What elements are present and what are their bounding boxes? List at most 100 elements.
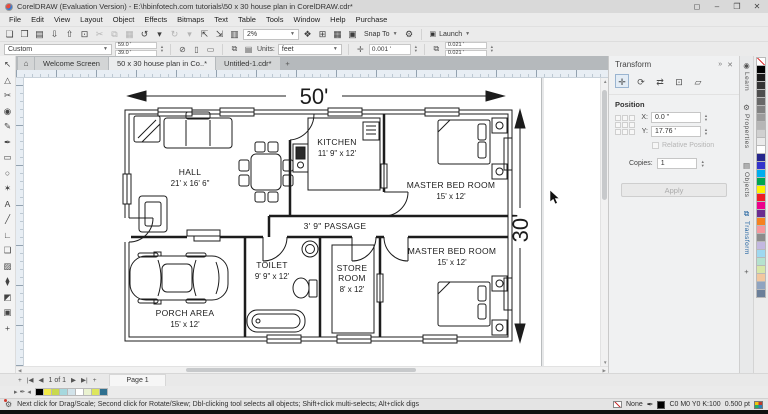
interactive-fill-tool[interactable]: ◩ [3, 291, 11, 304]
open-icon[interactable]: ❒ [18, 29, 31, 40]
zoom-to-page-icon[interactable]: ⇱ [198, 29, 211, 40]
rectangle-tool[interactable]: ▭ [3, 151, 11, 164]
nudge-field[interactable]: 0.001 ' [368, 43, 411, 55]
duplicate-x-field[interactable]: 0.021 ' [444, 41, 487, 49]
artistic-media-tool[interactable]: ✒ [4, 136, 11, 149]
floor-plan-drawing[interactable]: 50' 30' HALL 21' x 16' 6" KITCHEN 11' 9"… [24, 78, 600, 366]
transform-scale-mirror-icon[interactable]: ⇄ [653, 74, 667, 88]
scroll-up-icon[interactable]: ▲ [603, 78, 607, 85]
import-icon[interactable]: ⇩ [48, 29, 61, 40]
delete-preset-icon[interactable]: ⊘ [177, 45, 188, 54]
fill-none-icon[interactable] [613, 401, 622, 408]
nudge-spinner[interactable]: ▲ ▼ [414, 45, 418, 53]
eyedropper-tool[interactable]: ⧫ [5, 275, 9, 288]
launch-dropdown[interactable]: ▣ Launch ▼ [427, 30, 474, 39]
menu-table[interactable]: Table [233, 15, 261, 24]
color-proof-icon[interactable] [754, 400, 763, 409]
show-grid-icon[interactable]: ▦ [331, 29, 344, 40]
page-preset-select[interactable]: Custom ▼ [4, 43, 112, 55]
menu-window[interactable]: Window [288, 15, 325, 24]
page-sorter-icon[interactable]: ▥ [228, 29, 241, 40]
transform-position-icon[interactable]: ✛ [615, 74, 629, 88]
first-page-icon[interactable]: |◀ [27, 376, 34, 384]
close-button[interactable]: ✕ [751, 2, 763, 11]
freehand-tool[interactable]: ✎ [4, 120, 11, 133]
all-pages-icon[interactable]: ⧉ [229, 44, 240, 54]
shape-tool[interactable]: △ [4, 74, 11, 87]
export-icon[interactable]: ⇧ [63, 29, 76, 40]
pick-tool[interactable]: ↖ [4, 58, 11, 71]
undo-dropdown-icon[interactable]: ▾ [153, 29, 166, 40]
drawing-canvas[interactable]: 50' 30' HALL 21' x 16' 6" KITCHEN 11' 9"… [24, 78, 600, 366]
palette-expand-icon[interactable]: ▸ [14, 388, 18, 396]
relative-position-checkbox[interactable] [652, 142, 659, 149]
new-tab-button[interactable]: + [281, 57, 295, 70]
save-icon[interactable]: ▤ [33, 29, 46, 40]
menu-effects[interactable]: Effects [139, 15, 172, 24]
crop-tool[interactable]: ✂ [4, 89, 11, 102]
document-tab[interactable]: Welcome Screen [35, 57, 108, 70]
undo-icon[interactable]: ↺ [138, 29, 151, 40]
new-document-icon[interactable]: ❏ [3, 29, 16, 40]
restore-button[interactable]: ❐ [731, 2, 743, 11]
add-page-button-2[interactable]: + [93, 377, 97, 384]
add-page-button[interactable]: + [18, 377, 22, 384]
outline-pen-icon[interactable]: ✒ [647, 400, 654, 409]
scroll-down-icon[interactable]: ▼ [603, 359, 607, 366]
smart-fill-tool[interactable]: ▣ [3, 306, 11, 319]
x-position-field[interactable]: 0.0 " [651, 112, 701, 123]
snap-to-dropdown[interactable]: Snap To ▼ [361, 31, 401, 38]
menu-text[interactable]: Text [209, 15, 233, 24]
y-position-field[interactable]: 17.76 ' [651, 126, 701, 137]
copies-field[interactable]: 1 [656, 158, 697, 169]
menu-bitmaps[interactable]: Bitmaps [172, 15, 209, 24]
palette-eyedropper-icon[interactable]: ✒ [20, 388, 26, 396]
vertical-ruler[interactable] [16, 78, 24, 366]
menu-layout[interactable]: Layout [75, 15, 108, 24]
portrait-icon[interactable]: ▯ [191, 45, 202, 54]
previous-page-icon[interactable]: ◀ [38, 376, 43, 384]
full-screen-preview-icon[interactable]: ❖ [301, 29, 314, 40]
menu-file[interactable]: File [4, 15, 26, 24]
menu-purchase[interactable]: Purchase [351, 15, 393, 24]
horizontal-scrollbar-thumb[interactable] [186, 368, 416, 372]
options-gear-icon[interactable]: ⚙ [403, 29, 416, 40]
account-icon[interactable]: ◻ [691, 2, 703, 11]
y-spinner[interactable]: ▲ ▼ [704, 127, 708, 136]
docker-tab-objects[interactable]: ▤ Objects [743, 161, 750, 198]
show-rulers-icon[interactable]: ⊞ [316, 29, 329, 40]
transform-rotate-icon[interactable]: ⟳ [634, 74, 648, 88]
horizontal-scrollbar[interactable]: ◀ ▶ [16, 366, 608, 373]
text-tool[interactable]: A [5, 198, 11, 211]
more-tools[interactable]: + [5, 322, 10, 335]
docker-tab-learn[interactable]: ◉ Learn [743, 61, 750, 91]
document-tab[interactable]: Untitled-1.cdr* [216, 57, 280, 70]
page-width-field[interactable]: 59.0 ' [115, 41, 157, 49]
document-tab[interactable]: 50 x 30 house plan in Co..* [108, 57, 216, 70]
home-tab-icon[interactable]: ⌂ [18, 57, 34, 70]
polygon-tool[interactable]: ✶ [4, 182, 11, 195]
x-spinner[interactable]: ▲ ▼ [704, 113, 708, 122]
page-size-spinner[interactable]: ▲ ▼ [160, 45, 164, 53]
minimize-button[interactable]: – [711, 2, 723, 11]
menu-view[interactable]: View [49, 15, 75, 24]
duplicate-spinner[interactable]: ▲ ▼ [490, 45, 494, 53]
zoom-tool[interactable]: ◉ [4, 105, 11, 118]
zoom-to-selection-icon[interactable]: ⇲ [213, 29, 226, 40]
docker-close-icon[interactable]: ✕ [727, 61, 733, 69]
print-icon[interactable]: ⊡ [78, 29, 91, 40]
status-gear-icon[interactable]: ⚙ [4, 399, 12, 409]
next-page-icon[interactable]: ▶ [71, 376, 76, 384]
menu-tools[interactable]: Tools [261, 15, 289, 24]
redo-icon[interactable]: ↻ [168, 29, 181, 40]
color-swatch[interactable] [756, 289, 766, 298]
transform-skew-icon[interactable]: ▱ [691, 74, 705, 88]
docker-tab-add-docker[interactable]: + [744, 267, 748, 278]
page-tab[interactable]: Page 1 [109, 374, 166, 386]
zoom-level-combo[interactable]: 2% ▼ [243, 28, 299, 40]
ellipse-tool[interactable]: ○ [5, 167, 10, 180]
anchor-point-grid[interactable] [615, 115, 635, 149]
drop-shadow-tool[interactable]: ❑ [4, 244, 12, 257]
copies-spinner[interactable]: ▲ ▼ [701, 159, 705, 168]
color-swatch[interactable] [98, 388, 108, 396]
